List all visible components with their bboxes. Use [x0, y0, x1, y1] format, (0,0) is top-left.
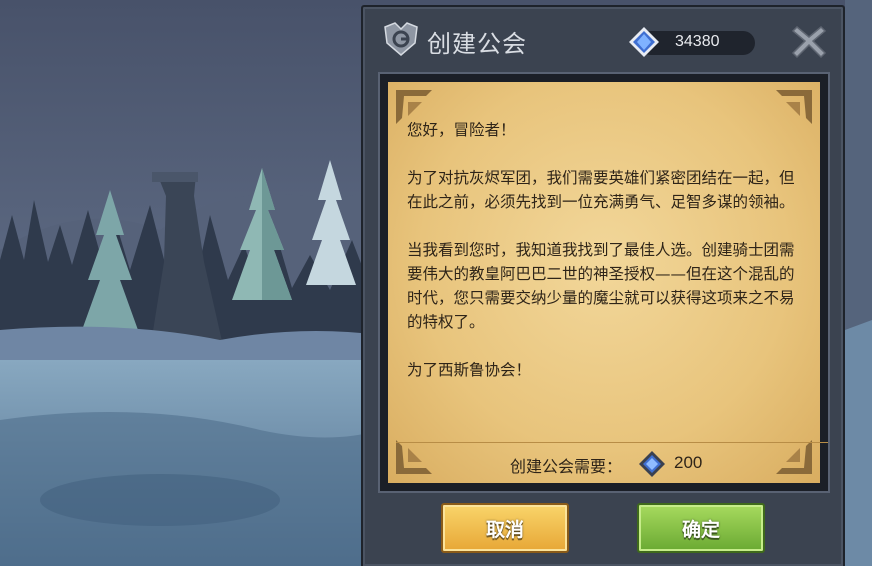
creation-requirement: 创建公会需要： 200: [380, 447, 832, 477]
blue-gem-icon: [629, 27, 659, 57]
dialog-title: 创建公会: [427, 30, 527, 58]
letter-paragraph: 为了对抗灰烬军团，我们需要英雄们紧密团结在一起，但在此之前，必须先找到一位充满勇…: [407, 169, 795, 211]
guild-shield-icon: [384, 22, 418, 56]
letter-scroll: 您好，冒险者！ 为了对抗灰烬军团，我们需要英雄们紧密团结在一起，但在此之前，必须…: [378, 72, 830, 493]
letter-text: 您好，冒险者！ 为了对抗灰烬军团，我们需要英雄们紧密团结在一起，但在此之前，必须…: [407, 118, 797, 406]
confirm-button[interactable]: 确定: [637, 503, 765, 553]
requirement-value: 200: [674, 453, 703, 472]
close-icon[interactable]: [791, 23, 827, 59]
create-guild-dialog: 创建公会 34380 您好，冒险者！ 为了对抗灰烬军团，我们需要英雄们紧密团结在…: [361, 5, 845, 566]
requirement-label: 创建公会需要：: [510, 457, 623, 476]
letter-greeting: 您好，冒险者！: [407, 121, 516, 139]
cancel-button[interactable]: 取消: [441, 503, 569, 553]
letter-closing: 为了西斯鲁协会！: [407, 361, 532, 379]
blue-gem-icon: [639, 451, 665, 477]
paper-divider: [396, 442, 828, 443]
dialog-header: 创建公会 34380: [363, 7, 843, 71]
currency-value: 34380: [675, 33, 720, 50]
letter-paragraph: 当我看到您时，我知道我找到了最佳人选。创建骑士团需要伟大的教皇阿巴巴二世的神圣授…: [407, 241, 795, 331]
